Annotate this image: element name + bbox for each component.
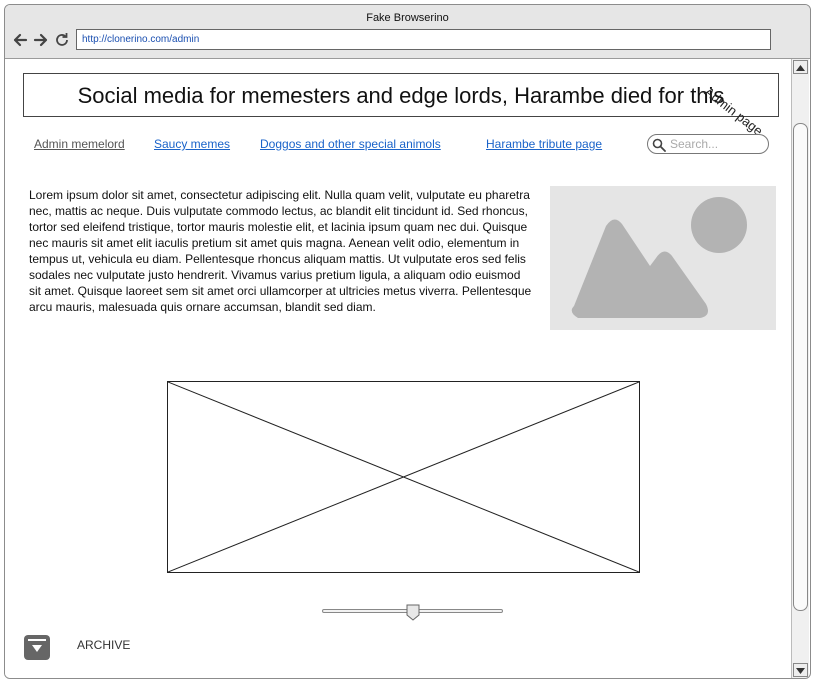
- nav-link-saucy-memes[interactable]: Saucy memes: [154, 137, 230, 151]
- slider-thumb[interactable]: [405, 604, 421, 621]
- page-content: Social media for memesters and edge lord…: [5, 59, 788, 678]
- back-arrow-icon[interactable]: [11, 31, 29, 49]
- scroll-up-icon[interactable]: [793, 60, 808, 74]
- scroll-down-icon[interactable]: [793, 663, 808, 677]
- nav-link-doggos[interactable]: Doggos and other special animols: [260, 137, 441, 151]
- search-input[interactable]: Search...: [647, 134, 769, 154]
- archive-label: ARCHIVE: [77, 638, 131, 652]
- search-placeholder: Search...: [670, 137, 719, 151]
- reload-icon[interactable]: [53, 31, 71, 49]
- browser-titlebar: Fake Browserino http://clonerino.com/adm…: [5, 5, 810, 59]
- url-bar[interactable]: http://clonerino.com/admin: [76, 29, 771, 50]
- body-text: Lorem ipsum dolor sit amet, consectetur …: [29, 188, 532, 314]
- nav-link-admin-memelord[interactable]: Admin memelord: [34, 137, 125, 151]
- search-icon: [652, 138, 666, 152]
- image-placeholder-icon: [550, 186, 776, 330]
- video-placeholder: [167, 381, 640, 573]
- scrollbar-thumb[interactable]: [793, 123, 808, 611]
- nav-link-harambe-tribute[interactable]: Harambe tribute page: [486, 137, 602, 151]
- window-title: Fake Browserino: [366, 12, 449, 24]
- playback-slider[interactable]: [322, 604, 503, 621]
- header-banner: Social media for memesters and edge lord…: [23, 73, 779, 117]
- browser-window: Fake Browserino http://clonerino.com/adm…: [4, 4, 811, 679]
- download-icon[interactable]: [24, 635, 50, 660]
- forward-arrow-icon[interactable]: [32, 31, 50, 49]
- page-title: Social media for memesters and edge lord…: [77, 83, 725, 108]
- vertical-scrollbar[interactable]: [791, 59, 809, 678]
